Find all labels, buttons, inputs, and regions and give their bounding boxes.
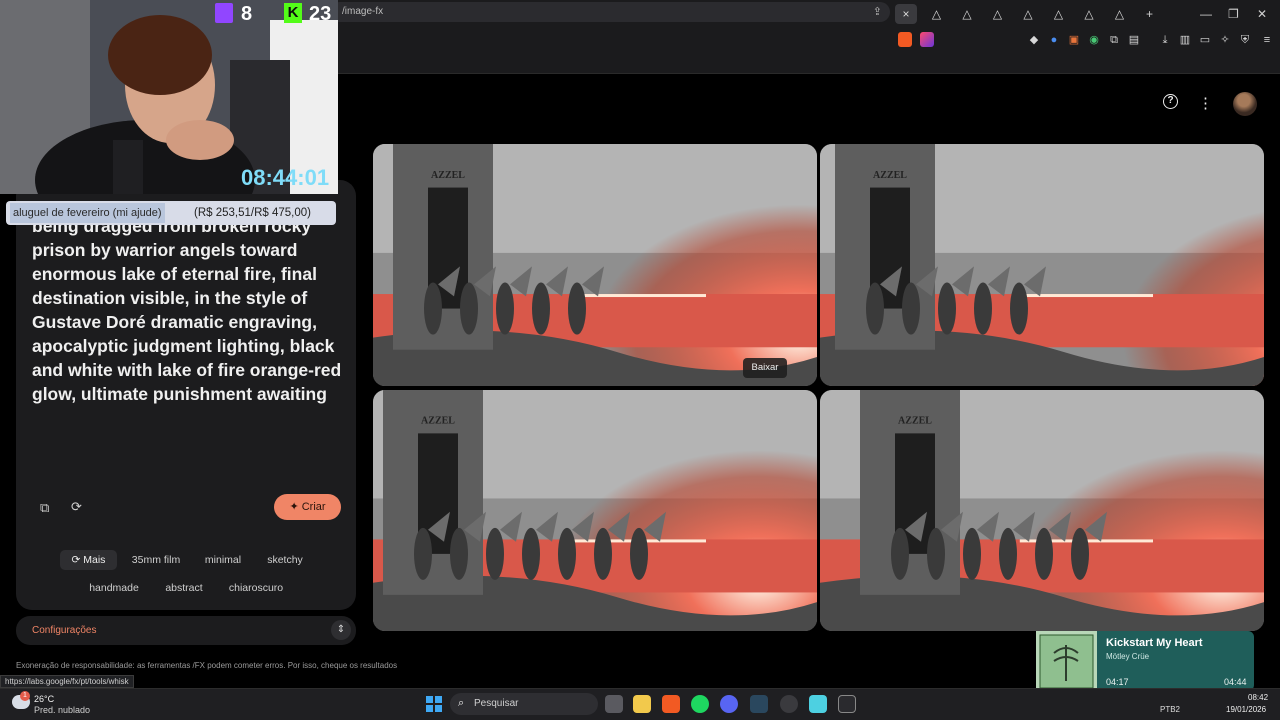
wallet-icon[interactable]: ▭: [1198, 33, 1212, 47]
windows-start-icon[interactable]: [426, 696, 442, 712]
brave-browser-icon[interactable]: [662, 695, 680, 713]
chip-label: Mais: [83, 554, 106, 566]
share-icon[interactable]: ⇪: [873, 2, 882, 22]
extension-icon[interactable]: ●: [1047, 33, 1061, 47]
generated-image-4[interactable]: AZZEL: [820, 390, 1264, 631]
track-elapsed: 04:17: [1106, 677, 1129, 687]
donation-goal-bar: aluguel de fevereiro (mi ajude) (R$ 253,…: [6, 201, 336, 225]
help-icon[interactable]: ?: [1163, 94, 1178, 109]
notification-badge: 1: [20, 691, 30, 701]
url-field[interactable]: /image-fx ⇪: [330, 2, 890, 22]
browser-tab-active[interactable]: ×: [895, 4, 917, 24]
chip-sketchy[interactable]: sketchy: [260, 550, 310, 570]
new-tab-button[interactable]: +: [1146, 4, 1153, 24]
sparkle-icon: ✦: [289, 501, 299, 513]
maximize-window-button[interactable]: ❐: [1228, 4, 1239, 24]
brave-shields-icon[interactable]: [898, 32, 912, 47]
track-title: Kickstart My Heart: [1106, 637, 1203, 649]
sidebar-icon[interactable]: ▥: [1178, 33, 1192, 47]
brave-rewards-icon[interactable]: [920, 32, 934, 47]
chip-abstract[interactable]: abstract: [158, 578, 210, 598]
chip-more[interactable]: ⟳ Mais: [60, 550, 117, 570]
browser-tab[interactable]: △: [1048, 4, 1070, 24]
extension-icon[interactable]: ▤: [1127, 33, 1141, 47]
copy-icon[interactable]: ⧉: [40, 500, 49, 516]
obs-icon[interactable]: [780, 695, 798, 713]
screen: △△△△△△△△△△△△△△△△△△×△△△△△△△ + — ❐ ✕ /imag…: [0, 0, 1280, 720]
door-inscription: AZZEL: [898, 416, 932, 427]
status-url: https://labs.google/fx/pt/tools/whisk: [0, 675, 134, 688]
extension-icon[interactable]: ⧉: [1107, 33, 1121, 47]
generated-image-3[interactable]: AZZEL: [373, 390, 817, 631]
generated-image-1[interactable]: AZZEL: [373, 144, 817, 386]
reset-icon[interactable]: ⟳: [71, 499, 82, 515]
extension-icon[interactable]: ▣: [1067, 33, 1081, 47]
extension-icon[interactable]: ◆: [1027, 33, 1041, 47]
prompt-text[interactable]: being dragged from broken rocky prison b…: [32, 214, 347, 406]
search-icon: ⌕: [458, 697, 465, 709]
donation-goal-label: aluguel de fevereiro (mi ajude): [10, 203, 165, 223]
more-vert-icon[interactable]: ⋮: [1198, 94, 1213, 112]
taskbar-time[interactable]: 08:42: [1248, 693, 1268, 702]
chip-chiaroscuro[interactable]: chiaroscuro: [222, 578, 290, 598]
steam-icon[interactable]: [750, 695, 768, 713]
browser-tab[interactable]: △: [1017, 4, 1039, 24]
door-inscription: AZZEL: [431, 170, 465, 181]
notepad-icon[interactable]: [809, 695, 827, 713]
disclaimer: Exoneração de responsabilidade: as ferra…: [16, 661, 398, 670]
track-artist: Mötley Crüe: [1106, 652, 1150, 661]
download-tooltip: Baixar: [743, 358, 787, 378]
twitch-viewer-count: 8: [241, 3, 253, 25]
search-placeholder: Pesquisar: [474, 698, 519, 709]
file-explorer-icon[interactable]: [633, 695, 651, 713]
browser-tab[interactable]: △: [1109, 4, 1131, 24]
capcut-icon[interactable]: [838, 695, 856, 713]
track-duration: 04:44: [1224, 677, 1247, 687]
audio-visualizer: [1136, 678, 1218, 696]
extension-icon[interactable]: ◉: [1087, 33, 1101, 47]
create-button-label: Criar: [301, 501, 326, 513]
leo-ai-icon[interactable]: ✧: [1218, 33, 1232, 47]
settings-label: Configurações: [32, 625, 97, 636]
kick-icon: K: [284, 3, 302, 23]
album-cover: [1036, 631, 1097, 692]
door-inscription: AZZEL: [421, 416, 455, 427]
browser-tab[interactable]: △: [987, 4, 1009, 24]
close-window-button[interactable]: ✕: [1257, 4, 1267, 24]
weather-temperature: 26°C: [34, 694, 55, 704]
vpn-icon[interactable]: ⛨: [1238, 33, 1252, 47]
generated-image-2[interactable]: AZZEL: [820, 144, 1264, 386]
door-inscription: AZZEL: [873, 170, 907, 181]
refresh-icon: ⟳: [71, 554, 84, 566]
download-icon[interactable]: ⤓: [1158, 33, 1172, 47]
url-text: /image-fx: [342, 6, 384, 17]
menu-icon[interactable]: ≡: [1260, 33, 1274, 47]
chip-minimal[interactable]: minimal: [196, 550, 250, 570]
donation-goal-value: (R$ 253,51/R$ 475,00): [194, 207, 311, 219]
minimize-window-button[interactable]: —: [1200, 4, 1212, 24]
twitch-icon: [215, 3, 233, 23]
browser-tab[interactable]: △: [956, 4, 978, 24]
weather-description: Pred. nublado: [34, 705, 91, 715]
kick-viewer-count: 23: [309, 3, 332, 25]
discord-icon[interactable]: [720, 695, 738, 713]
browser-tab[interactable]: △: [1078, 4, 1100, 24]
taskbar-search[interactable]: [450, 693, 598, 715]
task-view-icon[interactable]: [605, 695, 623, 713]
spotify-icon[interactable]: [691, 695, 709, 713]
expand-icon[interactable]: ⇕: [331, 620, 351, 640]
create-button[interactable]: ✦ Criar: [274, 494, 341, 520]
taskbar-date[interactable]: 19/01/2026: [1226, 705, 1266, 714]
chip-handmade[interactable]: handmade: [82, 578, 146, 598]
chip-35mm-film[interactable]: 35mm film: [127, 550, 185, 570]
avatar[interactable]: [1233, 92, 1257, 116]
browser-tab[interactable]: △: [926, 4, 948, 24]
stream-clock: 08:44:01: [241, 165, 330, 190]
keyboard-layout[interactable]: PTB2: [1160, 705, 1180, 714]
